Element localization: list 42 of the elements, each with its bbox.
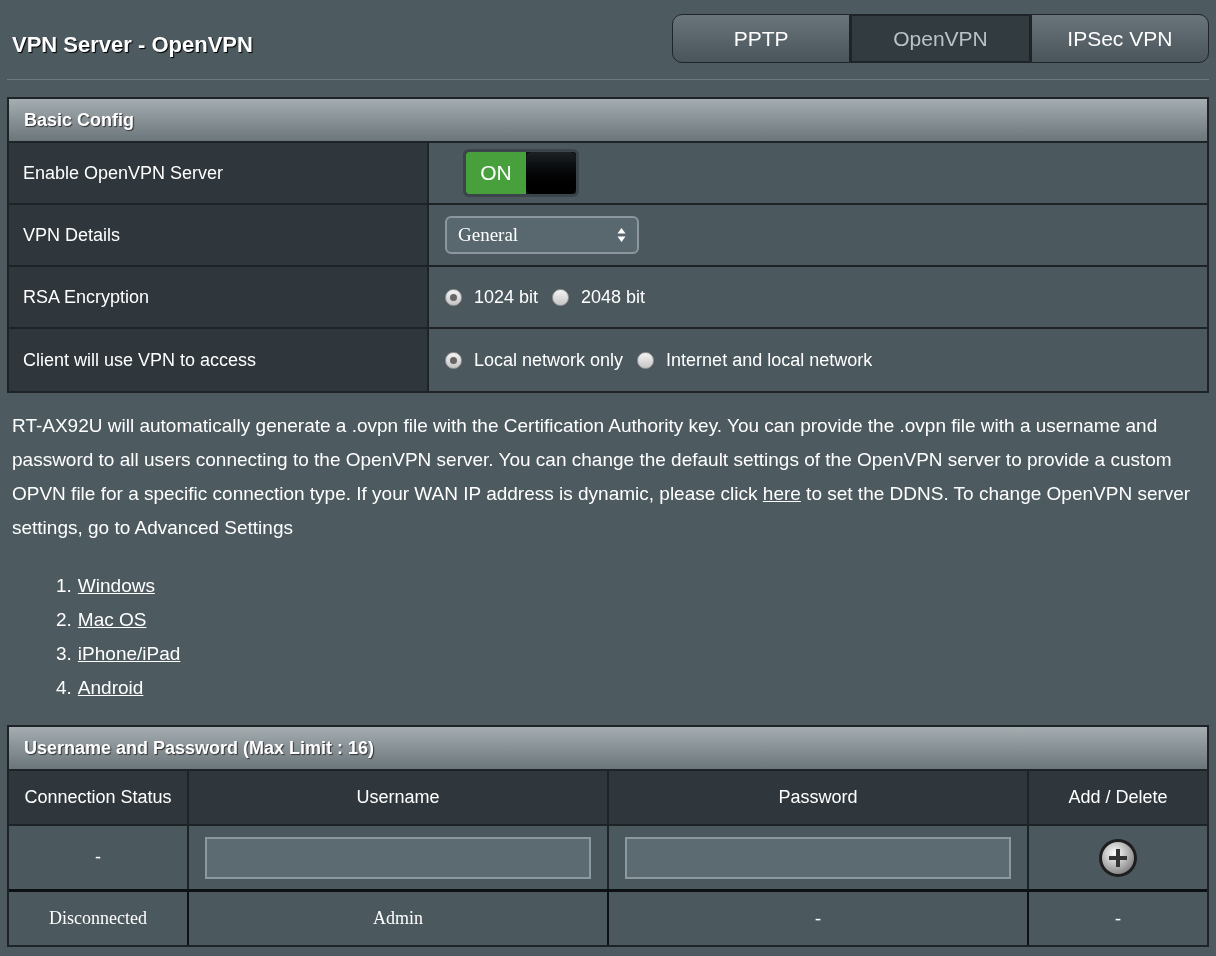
field-label: Enable OpenVPN Server xyxy=(23,161,224,185)
platform-link[interactable]: Android xyxy=(77,671,144,705)
field-label: RSA Encryption xyxy=(23,285,150,309)
dropdown[interactable]: General xyxy=(445,216,639,254)
tab[interactable]: IPSec VPN xyxy=(1030,14,1209,63)
list-number: 4. xyxy=(56,676,72,700)
username-input[interactable] xyxy=(205,836,591,879)
up-down-arrows-icon xyxy=(617,227,626,243)
ddns-link[interactable]: here xyxy=(762,483,801,504)
password-input[interactable] xyxy=(625,836,1011,879)
platform-link[interactable]: Mac OS xyxy=(77,603,147,637)
tab[interactable]: OpenVPN xyxy=(850,14,1031,63)
radio-label: 2048 bit xyxy=(581,285,646,309)
table-cell-text: Disconnected xyxy=(49,907,147,930)
column-header: Add / Delete xyxy=(1068,786,1168,809)
radio-label: Internet and local network xyxy=(666,348,873,372)
status-text: - xyxy=(95,846,101,869)
table-cell-text: Admin xyxy=(373,907,423,930)
column-header: Connection Status xyxy=(24,786,172,809)
description-paragraph: RT-AX92U will automatically generate a .ovpn file with the Certification Authority key. You can provide the .ovpn file with a username and password to all users connecting to the OpenVPN server. You can change the default settings of the OpenVPN server to provide a custom OPVN file for a specific connection type. If your WAN IP address is dynamic, please click here to set the DDNS. To change OpenVPN server settings, go to Advanced Settings xyxy=(11,414,1192,540)
page-title: VPN Server - OpenVPN xyxy=(11,31,253,59)
column-header: Username xyxy=(356,786,440,809)
platform-link[interactable]: iPhone/iPad xyxy=(77,637,181,671)
radio-button[interactable] xyxy=(552,288,570,306)
field-label: Client will use VPN to access xyxy=(23,348,257,372)
list-number: 3. xyxy=(56,642,72,666)
section-header: Basic Config xyxy=(9,99,1207,143)
table-cell-text: - xyxy=(815,907,821,930)
table-cell-text: - xyxy=(1115,907,1121,930)
radio-button-selected[interactable] xyxy=(445,351,462,369)
column-header: Password xyxy=(778,786,858,809)
list-number: 1. xyxy=(56,574,72,598)
platform-link[interactable]: Windows xyxy=(77,569,155,603)
radio-label: Local network only xyxy=(474,348,624,372)
radio-button[interactable] xyxy=(637,351,655,369)
list-number: 2. xyxy=(56,608,72,632)
radio-label: 1024 bit xyxy=(474,285,539,309)
tab[interactable]: PPTP xyxy=(672,14,851,63)
field-label: VPN Details xyxy=(23,223,121,247)
add-button[interactable] xyxy=(1098,837,1138,878)
section-header: Username and Password (Max Limit : 16) xyxy=(9,727,1207,771)
radio-button-selected[interactable] xyxy=(445,288,462,306)
